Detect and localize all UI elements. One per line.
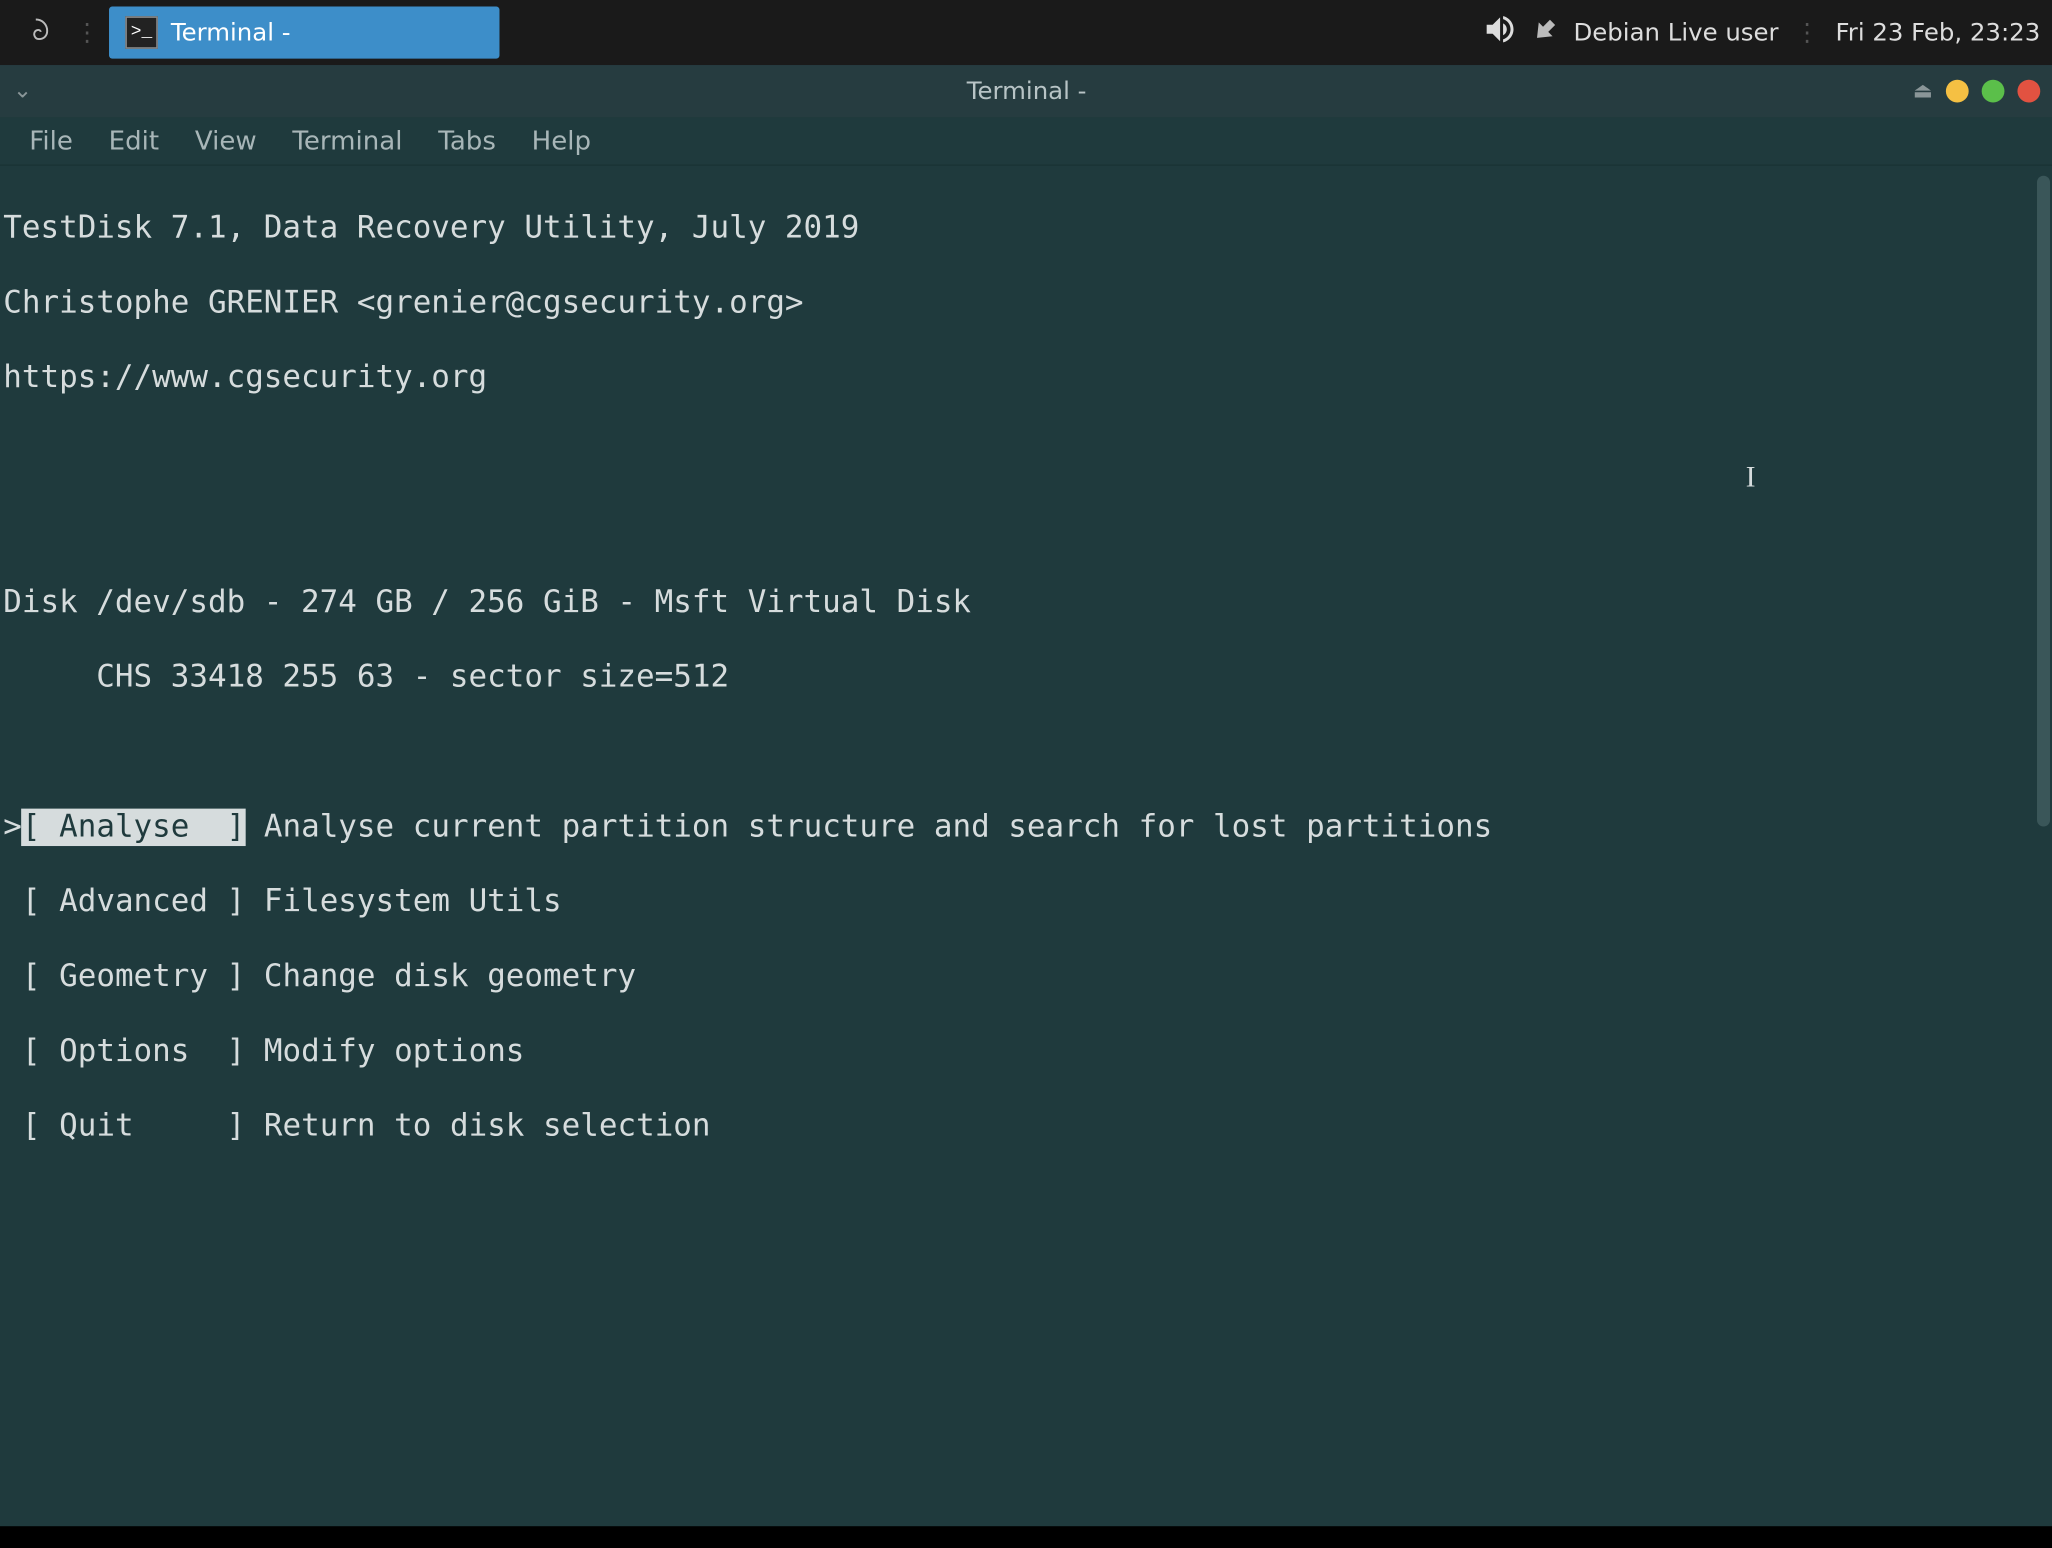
terminal-content[interactable]: TestDisk 7.1, Data Recovery Utility, Jul… (0, 166, 2052, 1526)
debian-menu-icon[interactable] (16, 13, 55, 52)
blank-line (3, 1333, 2050, 1370)
menu-help[interactable]: Help (515, 120, 607, 161)
menu-file[interactable]: File (13, 120, 89, 161)
blank-line (3, 734, 2050, 771)
menu-edit[interactable]: Edit (92, 120, 175, 161)
disk-info-line: CHS 33418 255 63 - sector size=512 (3, 659, 2050, 696)
taskbar-clock[interactable]: Fri 23 Feb, 23:23 (1836, 18, 2041, 47)
taskbar-app-title: Terminal - (171, 18, 291, 47)
testdisk-menu-geometry[interactable]: [ Geometry ] Change disk geometry (3, 958, 2050, 995)
blank-line (3, 1258, 2050, 1295)
menu-view[interactable]: View (179, 120, 273, 161)
terminal-app-icon: >_ (125, 16, 158, 49)
terminal-window: ⌄ Terminal - ⏏ File Edit View Terminal T… (0, 65, 2052, 1526)
window-titlebar[interactable]: ⌄ Terminal - ⏏ (0, 65, 2052, 117)
disk-info-line: Disk /dev/sdb - 274 GB / 256 GiB - Msft … (3, 584, 2050, 621)
blank-line (3, 1183, 2050, 1220)
menu-terminal[interactable]: Terminal (276, 120, 419, 161)
taskbar-user-label: Debian Live user (1573, 18, 1778, 47)
header-line: TestDisk 7.1, Data Recovery Utility, Jul… (3, 210, 2050, 247)
terminal-scrollbar[interactable] (2037, 176, 2050, 827)
maximize-button[interactable] (1982, 80, 2005, 103)
terminal-menubar: File Edit View Terminal Tabs Help (0, 117, 2052, 166)
header-line: https://www.cgsecurity.org (3, 360, 2050, 397)
window-title: Terminal - (967, 76, 1087, 105)
testdisk-menu-quit[interactable]: [ Quit ] Return to disk selection (3, 1108, 2050, 1145)
close-button[interactable] (2017, 80, 2040, 103)
taskbar-separator: ⋮ (75, 18, 99, 47)
testdisk-menu-options[interactable]: [ Options ] Modify options (3, 1033, 2050, 1070)
system-taskbar: ⋮ >_ Terminal - Debian Live user ⋮ Fri 2… (0, 0, 2052, 65)
taskbar-app-terminal[interactable]: >_ Terminal - (109, 7, 499, 59)
blank-line (3, 509, 2050, 546)
text-cursor-icon (1746, 459, 1749, 492)
volume-icon[interactable] (1482, 11, 1518, 55)
blank-line (3, 1482, 2050, 1519)
blank-line (3, 434, 2050, 471)
titlebar-menu-icon[interactable]: ⌄ (13, 78, 32, 104)
testdisk-menu-analyse[interactable]: >[ Analyse ] Analyse current partition s… (3, 809, 2050, 846)
header-line: Christophe GRENIER <grenier@cgsecurity.o… (3, 285, 2050, 322)
eject-icon[interactable]: ⏏ (1913, 79, 1933, 103)
taskbar-separator-2: ⋮ (1795, 18, 1819, 47)
blank-line (3, 1407, 2050, 1444)
minimize-button[interactable] (1946, 80, 1969, 103)
tray-icon[interactable] (1531, 15, 1560, 51)
menu-tabs[interactable]: Tabs (422, 120, 512, 161)
testdisk-menu-advanced[interactable]: [ Advanced ] Filesystem Utils (3, 883, 2050, 920)
